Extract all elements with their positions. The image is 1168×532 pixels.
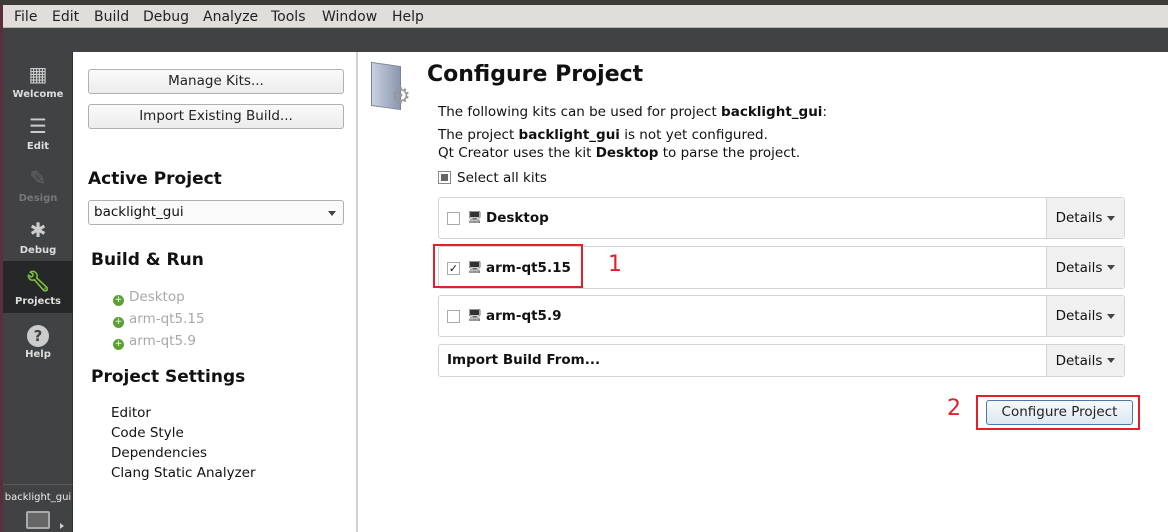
annotation-label-1: 1 [608,252,622,277]
menu-file[interactable]: File [14,9,37,25]
menu-edit[interactable]: Edit [52,9,79,25]
combo-value: backlight_gui [94,204,184,220]
mode-bar: ▦ Welcome ☰ Edit ✎ Design ✱ Debug 🔧︎ Projects… [3,52,73,532]
chevron-down-icon [1107,265,1116,270]
document-icon: ☰ [29,114,47,138]
menu-window[interactable]: Window [322,9,377,25]
details-button[interactable]: Details [1046,247,1124,288]
build-run-item[interactable]: + arm-qt5.9 [113,333,196,350]
annotation-box-1 [433,244,583,288]
monitor-icon[interactable] [26,511,50,529]
monitor-icon: 🖥︎ [467,308,483,322]
mode-help[interactable]: ? Help [3,322,73,370]
chevron-down-icon [1107,313,1116,319]
mode-projects[interactable]: 🔧︎ Projects [3,261,73,313]
add-kit-icon: + [113,339,124,350]
details-button[interactable]: Details [1046,296,1124,336]
monitor-icon: 🖥︎ [467,210,483,224]
annotation-label-2: 2 [947,396,961,421]
active-project-combo[interactable]: backlight_gui [88,200,344,225]
menu-analyze[interactable]: Analyze [203,9,258,25]
kit-row-desktop: 🖥︎ Desktop Details [438,197,1125,239]
pencil-icon: ✎ [29,166,47,190]
toolbar-strip [3,28,1168,52]
select-all-kits-checkbox[interactable]: Select all kits [438,170,547,186]
add-kit-icon: + [113,295,124,306]
details-button[interactable]: Details [1046,345,1124,376]
menu-help[interactable]: Help [392,9,424,25]
configure-project-button[interactable]: Configure Project [986,400,1133,425]
menu-build[interactable]: Build [94,9,129,25]
settings-code-style[interactable]: Code Style [111,425,184,441]
import-existing-build-button[interactable]: Import Existing Build... [88,104,344,129]
kits-intro-text: The following kits can be used for proje… [438,104,827,120]
kit-checkbox[interactable] [447,212,460,225]
details-button[interactable]: Details [1046,198,1124,238]
chevron-down-icon [1107,215,1116,221]
build-run-heading: Build & Run [91,250,204,270]
not-configured-text: The project backlight_gui is not yet con… [438,127,768,143]
menu-tools[interactable]: Tools [271,9,306,25]
menu-debug[interactable]: Debug [143,9,189,25]
projects-sidebar: Manage Kits... Import Existing Build... … [73,52,358,532]
chevron-down-icon [328,211,336,216]
mode-welcome[interactable]: ▦ Welcome [3,62,73,110]
kit-row-arm-qt5-9: 🖥︎ arm-qt5.9 Details [438,295,1125,337]
active-project-heading: Active Project [88,169,222,189]
expand-arrow-icon[interactable] [60,523,64,529]
gear-icon: ⚙ [391,84,411,109]
settings-editor[interactable]: Editor [111,405,151,421]
project-settings-heading: Project Settings [91,367,246,387]
add-kit-icon: + [113,317,124,328]
wrench-icon: 🔧︎ [25,269,51,293]
grid-icon: ▦ [28,62,48,86]
help-icon: ? [3,322,73,347]
build-run-item[interactable]: + arm-qt5.15 [113,311,205,328]
page-title: Configure Project [427,62,644,87]
chevron-down-icon [1107,358,1116,363]
configure-project-pane: ⚙ Configure Project The following kits c… [359,52,1168,532]
settings-clang-static-analyzer[interactable]: Clang Static Analyzer [111,465,256,481]
build-run-item[interactable]: + Desktop [113,289,185,306]
kit-checkbox[interactable] [447,310,460,323]
parse-kit-text: Qt Creator uses the kit Desktop to parse… [438,145,801,161]
target-project-label: backlight_gui [4,492,72,503]
mode-design[interactable]: ✎ Design [3,166,73,214]
mode-debug[interactable]: ✱ Debug [3,218,73,266]
bug-icon: ✱ [29,218,47,242]
manage-kits-button[interactable]: Manage Kits... [88,69,344,94]
mode-edit[interactable]: ☰ Edit [3,114,73,162]
import-build-from-row: Import Build From... Details [438,344,1125,377]
menu-bar: File Edit Build Debug Analyze Tools Wind… [0,5,1168,28]
settings-dependencies[interactable]: Dependencies [111,445,207,461]
